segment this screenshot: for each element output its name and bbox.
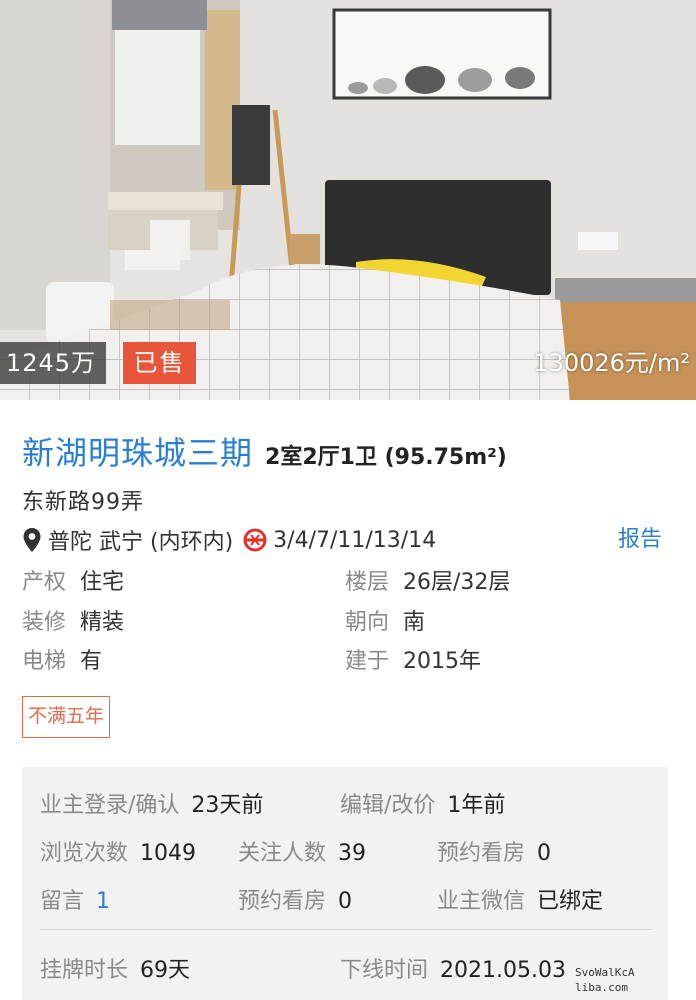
stat-value: 2021.05.03 bbox=[440, 958, 566, 983]
stat-value: 69天 bbox=[140, 958, 191, 983]
stat-viewing-appt: 预约看房 0 bbox=[437, 835, 551, 867]
room-layout: 2室2厅1卫 (95.75m²) bbox=[265, 445, 507, 470]
stat-label: 挂牌时长 bbox=[40, 958, 129, 983]
attr-value: 南 bbox=[403, 610, 426, 635]
attr-label: 电梯 bbox=[22, 649, 67, 674]
stat-label: 下线时间 bbox=[340, 958, 429, 983]
stat-viewing-appt-2: 预约看房 0 bbox=[238, 883, 352, 915]
watermark-line1: SvoWalKcA bbox=[575, 966, 635, 979]
sold-badge: 已售 bbox=[123, 342, 196, 384]
stat-value: 23天前 bbox=[191, 793, 264, 818]
district: 普陀 武宁 (内环内) bbox=[48, 530, 234, 555]
attr-decoration: 装修 精装 bbox=[22, 608, 124, 638]
attr-value: 住宅 bbox=[80, 570, 125, 595]
attr-value: 26层/32层 bbox=[403, 570, 511, 595]
attr-label: 装修 bbox=[22, 610, 67, 635]
attr-floor: 楼层 26层/32层 bbox=[345, 568, 510, 598]
stat-value: 1049 bbox=[140, 841, 197, 866]
stat-value: 0 bbox=[537, 841, 552, 866]
stat-label: 预约看房 bbox=[238, 889, 327, 914]
metro-logo-icon bbox=[243, 528, 267, 552]
stat-owner-confirm: 业主登录/确认 23天前 bbox=[40, 787, 263, 819]
unit-price: 130026元/m² bbox=[533, 349, 690, 377]
stats-panel: 业主登录/确认 23天前 编辑/改价 1年前 浏览次数 1049 关注人数 39 预约看… bbox=[22, 767, 668, 1000]
attr-value: 有 bbox=[80, 649, 103, 674]
attr-elevator: 电梯有 bbox=[22, 647, 102, 677]
attr-property-rights: 产权 住宅 bbox=[22, 568, 124, 598]
stat-value: 已绑定 bbox=[537, 889, 604, 914]
stat-owner-wechat: 业主微信 已绑定 bbox=[437, 883, 603, 915]
stat-value: 39 bbox=[338, 841, 367, 866]
total-price: 1245万 bbox=[0, 342, 107, 384]
location-row: 普陀 武宁 (内环内) 3/4/7/11/13/14 bbox=[22, 522, 672, 558]
stat-views: 浏览次数 1049 bbox=[40, 835, 196, 867]
street-address: 东新路99弄 bbox=[22, 490, 144, 515]
stat-label: 编辑/改价 bbox=[340, 793, 436, 818]
stat-value[interactable]: 1 bbox=[96, 889, 110, 914]
attr-value: 2015年 bbox=[403, 649, 482, 674]
attr-orientation: 朝向南 bbox=[345, 608, 425, 638]
stat-label: 业主登录/确认 bbox=[40, 793, 180, 818]
stat-label: 留言 bbox=[40, 889, 85, 914]
stat-messages[interactable]: 留言 1 bbox=[40, 883, 110, 915]
watermark-line2: liba.com bbox=[575, 981, 628, 994]
attr-value: 精装 bbox=[80, 610, 125, 635]
stat-label: 浏览次数 bbox=[40, 841, 129, 866]
community-title[interactable]: 新湖明珠城三期 bbox=[22, 428, 253, 474]
location-pin-icon bbox=[23, 528, 41, 552]
stat-listing-duration: 挂牌时长 69天 bbox=[40, 952, 190, 984]
attr-built: 建于 2015年 bbox=[345, 647, 481, 677]
watermark: SvoWalKcA liba.com bbox=[575, 965, 635, 995]
stat-edit-price: 编辑/改价 1年前 bbox=[340, 787, 505, 819]
metro-lines: 3/4/7/11/13/14 bbox=[273, 527, 437, 553]
listing-photo[interactable]: 1245万 已售 130026元/m² bbox=[0, 0, 696, 400]
title-row: 新湖明珠城三期 2室2厅1卫 (95.75m²) bbox=[22, 428, 507, 474]
stat-offline-time: 下线时间 2021.05.03 bbox=[340, 952, 566, 984]
attr-label: 产权 bbox=[22, 570, 67, 595]
attr-label: 楼层 bbox=[345, 570, 390, 595]
bedroom-photo bbox=[0, 0, 696, 400]
attr-label: 朝向 bbox=[345, 610, 390, 635]
panel-divider bbox=[40, 929, 652, 930]
tag-under-five-years: 不满五年 bbox=[22, 696, 111, 738]
report-link[interactable]: 报告 bbox=[618, 522, 662, 558]
stat-value: 0 bbox=[338, 889, 353, 914]
attr-label: 建于 bbox=[345, 649, 390, 674]
stat-label: 预约看房 bbox=[437, 841, 526, 866]
stat-label: 业主微信 bbox=[437, 889, 526, 914]
stat-label: 关注人数 bbox=[238, 841, 327, 866]
stat-value: 1年前 bbox=[447, 793, 506, 818]
stat-followers: 关注人数 39 bbox=[238, 835, 366, 867]
